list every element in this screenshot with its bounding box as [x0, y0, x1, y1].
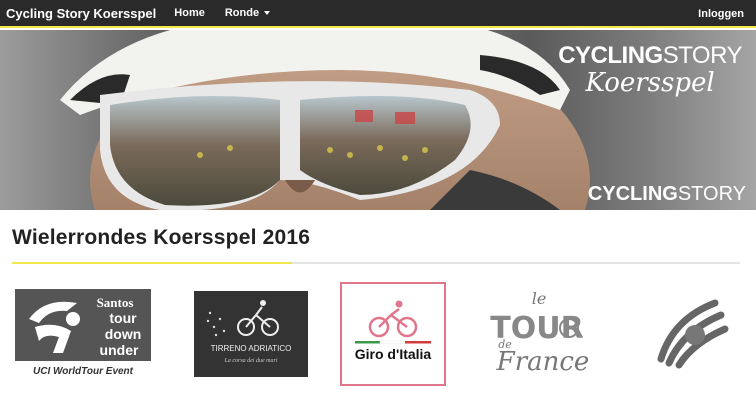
- tirreno-subtitle-text: La corsa dei due mari: [224, 358, 278, 364]
- nav-home-label: Home: [174, 7, 205, 19]
- cyclingstory-logo: CYCLINGSTORY: [588, 183, 746, 206]
- logo-top-light: STORY: [662, 42, 743, 69]
- hero-banner: CYCLINGSTORY Koersspel CYCLINGSTORY: [0, 30, 756, 210]
- tdu-tour-text: tour: [109, 310, 137, 326]
- brand-link[interactable]: Cycling Story Koersspel: [6, 6, 156, 21]
- tdf-le-text: le: [532, 289, 547, 308]
- top-navbar: Cycling Story Koersspel Home Ronde Inlog…: [0, 0, 756, 28]
- divider-accent: [12, 262, 292, 264]
- cyclingstory-koersspel-logo: CYCLINGSTORY Koersspel: [558, 42, 742, 98]
- tirreno-title-text: TIRRENO ADRIATICO: [211, 344, 292, 353]
- tdu-down-text: down: [105, 326, 142, 342]
- tdu-uci-text: UCI WorldTour Event: [33, 366, 134, 377]
- tdf-france-text: France: [496, 347, 590, 377]
- tour-de-france-logo: le TOUR de France: [490, 289, 590, 377]
- vuelta-logo: [657, 299, 729, 369]
- nav-ronde-dropdown[interactable]: Ronde: [224, 7, 271, 19]
- race-tile-vuelta[interactable]: [640, 284, 740, 384]
- logo-bottom-bold: CYCLING: [587, 183, 678, 205]
- race-tile-tour-down-under[interactable]: Santos tour down under UCI WorldTour Eve…: [14, 284, 152, 384]
- race-tile-tour-de-france[interactable]: le TOUR de France: [486, 284, 596, 384]
- giro-ditalia-logo: Giro d'Italia: [355, 300, 432, 362]
- race-tile-giro-ditalia[interactable]: Giro d'Italia: [340, 282, 446, 386]
- tour-down-under-logo: Santos tour down under UCI WorldTour Eve…: [15, 289, 151, 379]
- tirreno-adriatico-logo: TIRRENO ADRIATICO La corsa dei due mari: [194, 291, 308, 377]
- nav-home-link[interactable]: Home: [174, 7, 205, 19]
- logo-bottom-light: STORY: [677, 183, 746, 205]
- race-tile-tirreno-adriatico[interactable]: TIRRENO ADRIATICO La corsa dei due mari: [193, 284, 309, 384]
- login-link[interactable]: Inloggen: [698, 8, 744, 20]
- tdu-santos-text: Santos: [97, 295, 134, 310]
- nav-ronde-label: Ronde: [224, 7, 260, 19]
- tdu-under-text: under: [100, 342, 139, 358]
- logo-top-script: Koersspel: [585, 68, 715, 98]
- logo-top-bold: CYCLING: [558, 42, 663, 69]
- page-title: Wielerrondes Koersspel 2016: [12, 226, 311, 249]
- giro-text: Giro d'Italia: [355, 346, 432, 362]
- caret-down-icon: [264, 11, 271, 15]
